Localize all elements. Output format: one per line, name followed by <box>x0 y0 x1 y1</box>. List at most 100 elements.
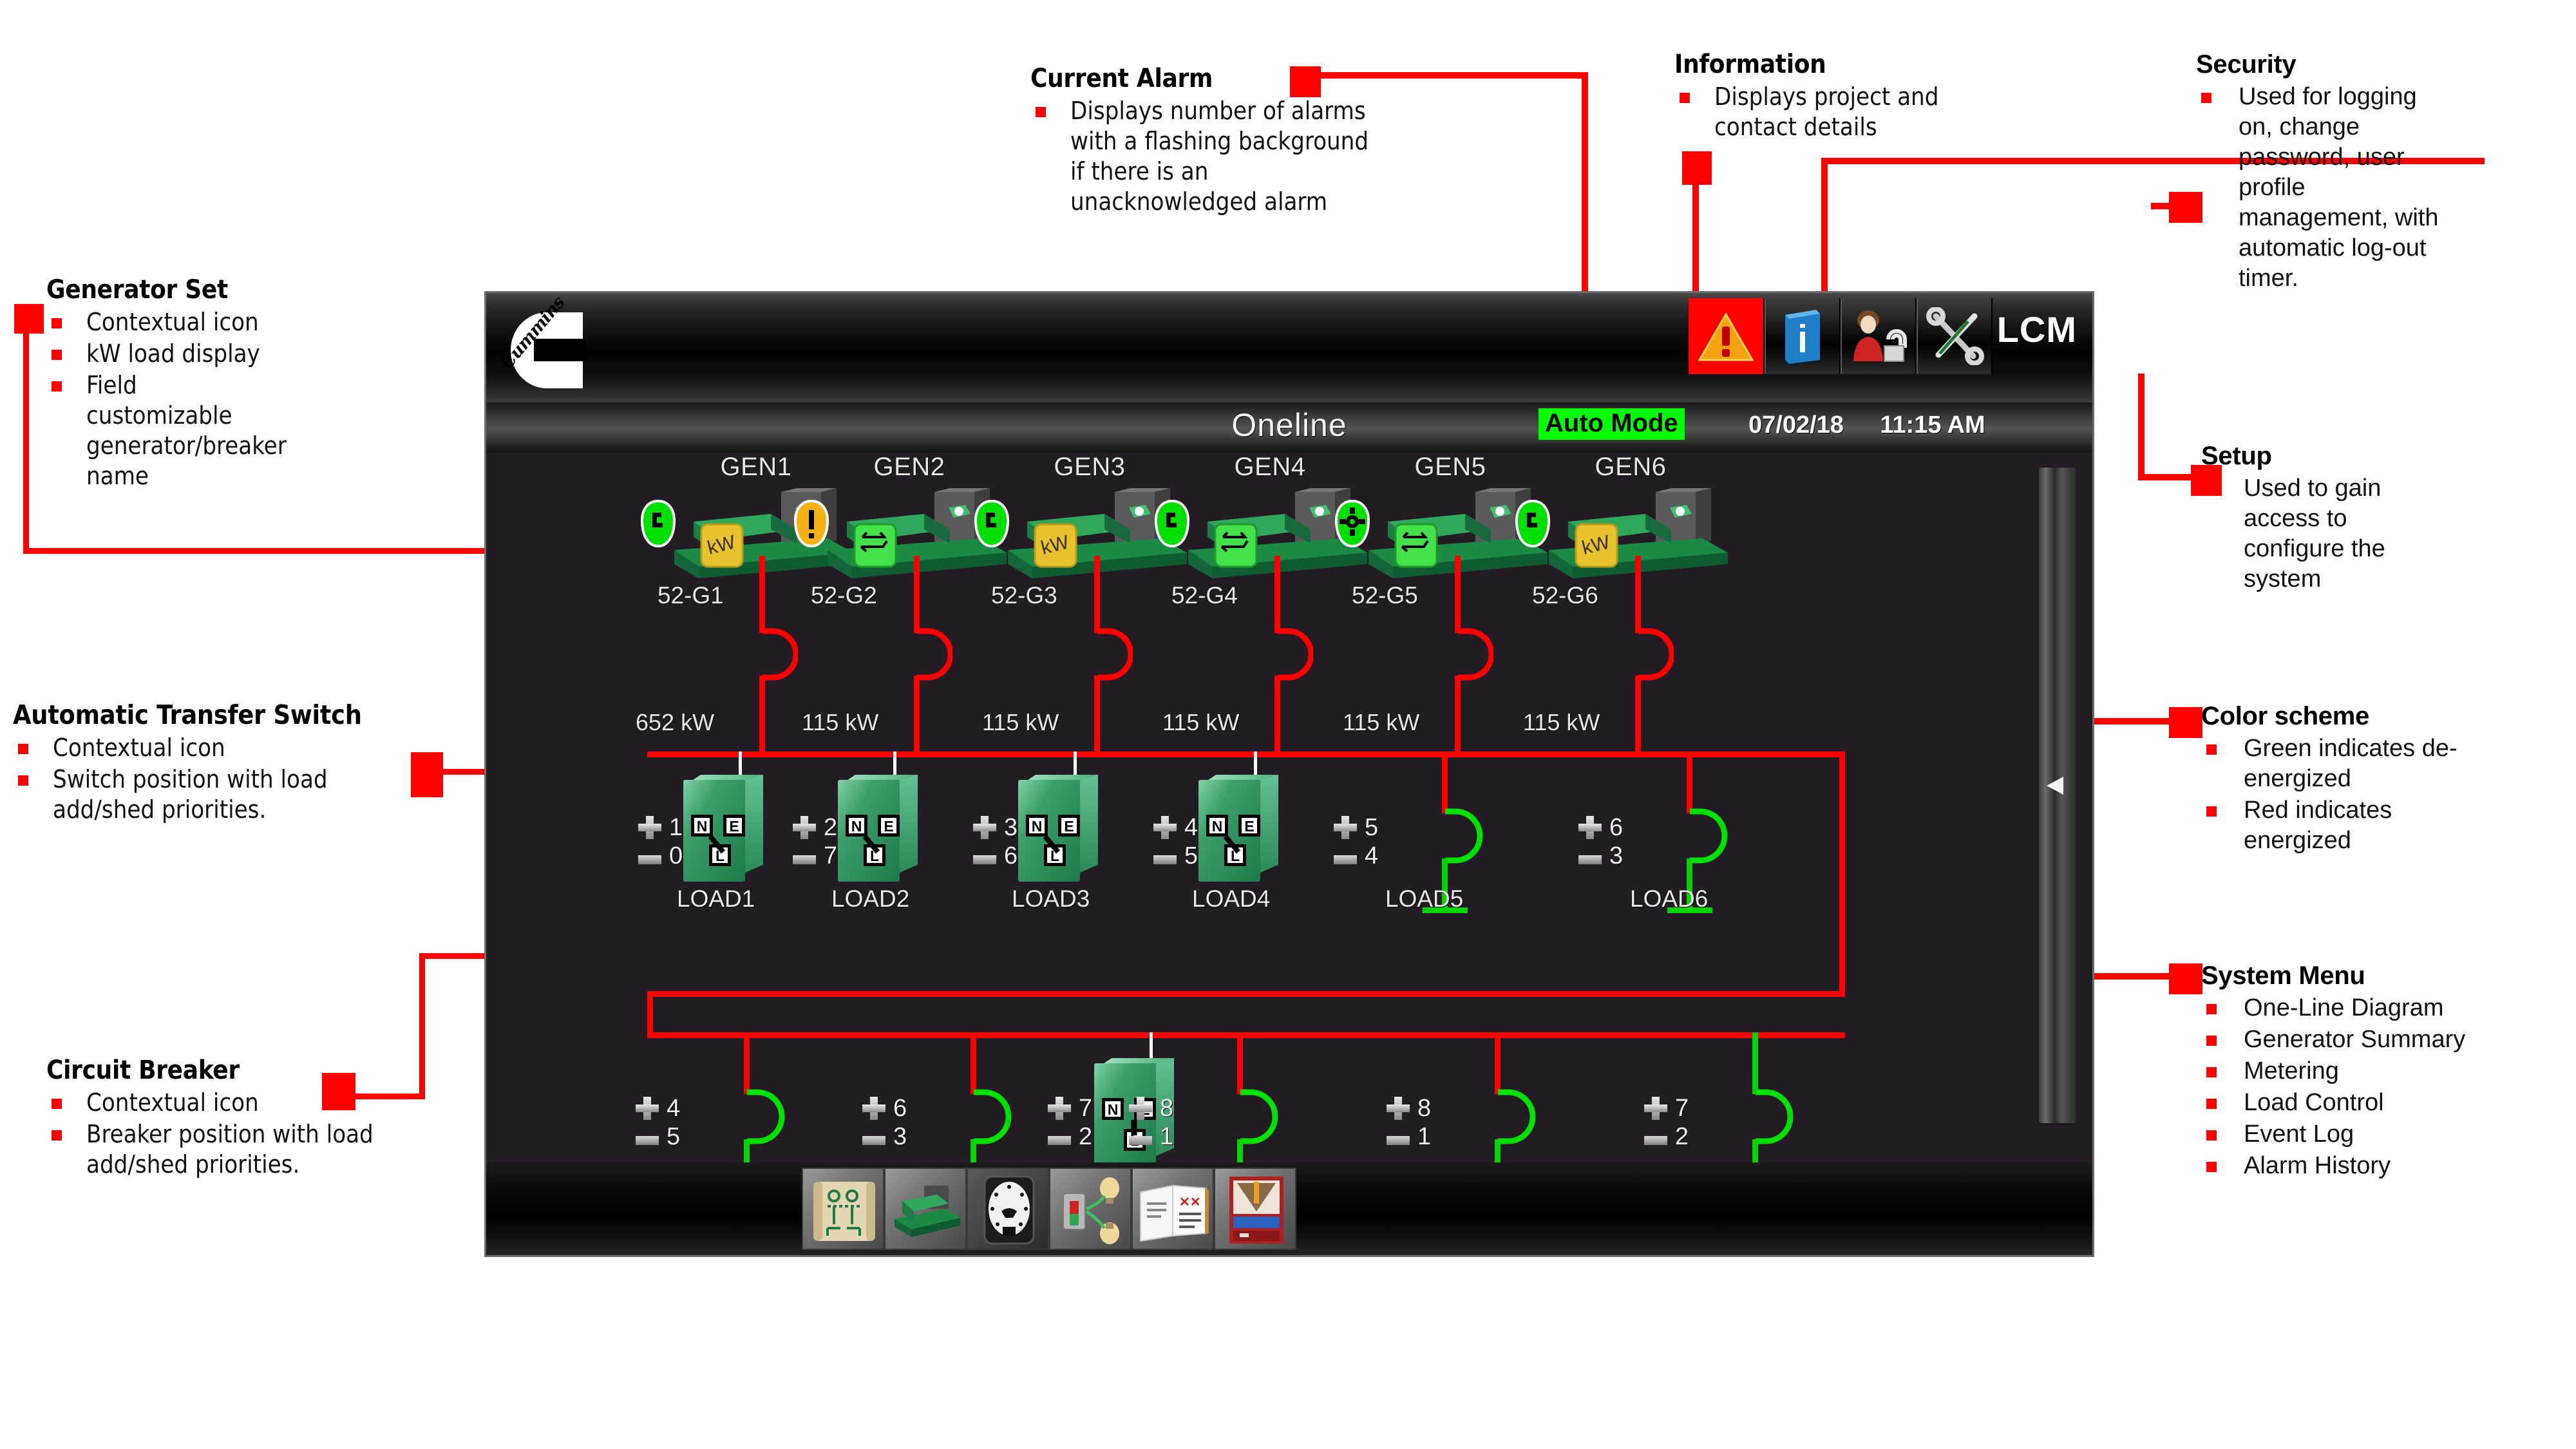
generator-unit[interactable]: GEN3 kW 52-G3 <box>974 453 1187 609</box>
load-priority: 6 3 <box>862 1094 907 1151</box>
breaker-symbol <box>917 628 952 681</box>
annotation-automatic-transfer-switch: Automatic Transfer Switch Contextual ico… <box>13 699 464 826</box>
breaker-name: 52-G3 <box>991 582 1057 609</box>
load-shed-priority: 5 <box>667 1122 681 1150</box>
annotation-title: Circuit Breaker <box>46 1056 240 1085</box>
list-item: One-Line Diagram <box>2201 993 2575 1023</box>
list-item: Green indicates de-energized <box>2201 734 2465 794</box>
information-button[interactable] <box>1765 298 1841 374</box>
load-add-icon <box>1048 1097 1071 1120</box>
main-bus-left-riser <box>647 991 653 1037</box>
leader-line <box>1314 72 1587 79</box>
list-item: Contextual icon <box>13 733 464 763</box>
breaker-symbol-open[interactable] <box>744 1089 789 1147</box>
kw-display: 115 kW <box>982 709 1059 735</box>
load-shed-icon <box>638 855 661 864</box>
load-shed-priority: 6 <box>1004 842 1018 869</box>
leader-line <box>351 1094 425 1099</box>
ats-icon[interactable]: N E L <box>838 775 918 883</box>
load-shed-priority: 5 <box>1184 842 1198 869</box>
load-add-icon <box>1578 816 1602 839</box>
panel-scroll-slider[interactable] <box>2038 467 2077 1124</box>
generator-summary-button[interactable] <box>884 1168 967 1250</box>
annotation-bullets: One-Line Diagram Generator Summary Meter… <box>2201 993 2575 1182</box>
breaker-symbol <box>1638 628 1674 681</box>
security-button[interactable] <box>1841 298 1917 374</box>
load-priority: 7 2 <box>1048 1094 1092 1151</box>
current-alarm-button[interactable] <box>1689 298 1765 374</box>
breaker-symbol-open[interactable] <box>1442 808 1487 866</box>
one-line-diagram-button[interactable] <box>802 1168 884 1250</box>
load-shed-icon <box>1387 1135 1410 1145</box>
user-unlock-icon <box>1853 310 1907 362</box>
generator-unit[interactable]: GEN5 52-G5 <box>1334 453 1548 609</box>
annotation-current-alarm: Current Alarm Displays number of alarms … <box>1030 64 1404 218</box>
load-shed-icon <box>793 855 816 864</box>
annotation-setup: Setup Used to gain access to configure t… <box>2201 442 2562 596</box>
breaker-symbol-open[interactable] <box>1237 1089 1282 1147</box>
load-add-icon <box>636 1097 659 1120</box>
load-shed-priority: 7 <box>824 842 838 869</box>
leader-line <box>2081 718 2175 724</box>
feeder-line <box>1455 676 1461 753</box>
generator-unit[interactable]: GEN4 52-G4 <box>1154 453 1367 609</box>
system-menu-icons: ✕✕ <box>802 1168 1296 1250</box>
event-log-button[interactable]: ✕✕ <box>1132 1168 1214 1250</box>
load-add-icon <box>1334 816 1357 839</box>
breaker-symbol-open[interactable] <box>971 1089 1016 1147</box>
load-shed-icon <box>862 1135 886 1145</box>
load-control-button[interactable] <box>1049 1168 1132 1250</box>
system-menu-bar: ✕✕ <box>486 1162 2092 1255</box>
ats-icon[interactable]: N E L <box>1198 775 1278 883</box>
annotation-bullets: Displays project and contact details <box>1674 82 2035 142</box>
load-add-priority: 5 <box>1365 813 1379 841</box>
load-priority: 4 5 <box>636 1094 680 1151</box>
svg-text:✕✕: ✕✕ <box>1179 1195 1201 1209</box>
load-add-icon <box>638 816 661 839</box>
load-add-icon <box>1644 1097 1667 1120</box>
load-shed-priority: 2 <box>1079 1122 1093 1150</box>
kw-display: 115 kW <box>1162 709 1240 735</box>
metering-button[interactable] <box>967 1168 1049 1250</box>
main-bus <box>647 752 1845 757</box>
load-shed-icon <box>636 1135 659 1145</box>
load-add-priority: 1 <box>669 813 683 841</box>
load-shed-icon <box>973 855 996 864</box>
load-tap-line <box>971 1032 976 1094</box>
slider-knob-icon[interactable] <box>2047 777 2063 795</box>
load-shed-icon <box>1048 1135 1071 1145</box>
breaker-symbol-open[interactable] <box>1495 1089 1540 1147</box>
annotation-title: Automatic Transfer Switch <box>13 699 362 730</box>
ats-switch-link <box>1043 835 1061 854</box>
leader-line <box>2151 203 2177 209</box>
load-priority: 2 7 <box>793 813 837 870</box>
ats-icon[interactable]: N E L <box>683 775 763 883</box>
leader-marker <box>411 752 443 797</box>
load-add-priority: 4 <box>1184 813 1198 841</box>
load-add-priority: 3 <box>1004 813 1018 841</box>
load-add-icon <box>1153 816 1177 839</box>
generator-unit[interactable]: GEN6 kW 52-G6 <box>1515 453 1728 609</box>
load-label: LOAD1 <box>677 886 755 912</box>
load-add-icon <box>1387 1097 1410 1120</box>
load-priority: 8 1 <box>1129 1094 1173 1151</box>
setup-button[interactable] <box>1917 298 1993 374</box>
load-priority: 1 0 <box>638 813 683 870</box>
annotation-security: Security Used for logging on, change pas… <box>2196 50 2557 296</box>
feeder-line <box>1094 676 1100 753</box>
load-tap-line <box>744 1032 750 1094</box>
feeder-line <box>914 556 920 633</box>
annotation-bullets: Displays number of alarms with a flashin… <box>1030 96 1404 217</box>
generator-name: GEN5 <box>1414 453 1486 481</box>
breaker-symbol-open[interactable] <box>1752 1089 1797 1147</box>
load-tap-line <box>1752 1032 1758 1094</box>
alarm-history-button[interactable] <box>1214 1168 1296 1250</box>
load-priority: 6 3 <box>1578 813 1623 870</box>
load-add-priority: 6 <box>1609 813 1624 841</box>
main-bus-lower <box>647 991 1845 997</box>
ats-switch-link <box>862 835 880 854</box>
generator-unit[interactable]: GEN2 52-G2 <box>793 453 1007 609</box>
load-add-priority: 4 <box>667 1094 681 1122</box>
breaker-symbol-open[interactable] <box>1687 808 1732 866</box>
ats-icon[interactable]: N E L <box>1018 775 1098 883</box>
